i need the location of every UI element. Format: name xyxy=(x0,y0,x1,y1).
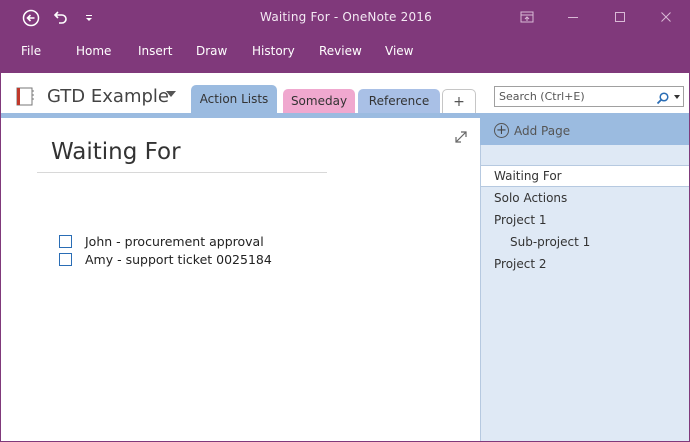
page-canvas[interactable] xyxy=(1,118,480,441)
page-item-project-2[interactable]: Project 2 xyxy=(480,253,689,275)
todo-checkbox[interactable] xyxy=(59,235,72,248)
section-tab-label: Reference xyxy=(368,94,430,108)
window-title: Waiting For - OneNote 2016 xyxy=(260,10,432,24)
tab-draw[interactable]: Draw xyxy=(196,44,227,58)
page-item-sub-project-1[interactable]: Sub-project 1 xyxy=(480,231,689,253)
tab-view[interactable]: View xyxy=(385,44,413,58)
add-page-icon: + xyxy=(494,123,509,138)
section-tab-action-lists[interactable]: Action Lists xyxy=(191,85,277,113)
minimize-icon[interactable] xyxy=(563,8,583,26)
search-scope-dropdown-icon[interactable] xyxy=(674,95,680,99)
todo-checkbox[interactable] xyxy=(59,253,72,266)
todo-text[interactable]: John - procurement approval xyxy=(85,234,264,249)
page-title[interactable]: Waiting For xyxy=(51,139,181,165)
page-item-label: Solo Actions xyxy=(494,191,568,205)
ribbon-tabs: File Home Insert Draw History Review Vie… xyxy=(1,35,689,73)
maximize-icon[interactable] xyxy=(610,8,630,26)
section-tab-label: Action Lists xyxy=(199,92,269,106)
add-page-label: Add Page xyxy=(514,124,571,138)
tab-insert[interactable]: Insert xyxy=(138,44,172,58)
tab-file[interactable]: File xyxy=(21,44,41,58)
section-tab-someday[interactable]: Someday xyxy=(283,89,355,113)
close-icon[interactable] xyxy=(656,8,676,26)
search-placeholder: Search (Ctrl+E) xyxy=(499,90,585,103)
todo-text[interactable]: Amy - support ticket 0025184 xyxy=(85,252,272,267)
search-icon[interactable] xyxy=(656,90,669,109)
todo-item: Amy - support ticket 0025184 xyxy=(59,252,272,267)
notebook-name[interactable]: GTD Example xyxy=(47,86,169,107)
page-item-solo-actions[interactable]: Solo Actions xyxy=(480,187,689,209)
add-section-label: + xyxy=(453,93,465,110)
title-underline xyxy=(37,172,327,173)
notebook-icon[interactable] xyxy=(15,86,35,106)
title-bar: Waiting For - OneNote 2016 xyxy=(1,1,689,35)
page-item-waiting-for[interactable]: Waiting For xyxy=(480,165,689,187)
todo-item: John - procurement approval xyxy=(59,234,264,249)
add-page-button[interactable]: + Add Page xyxy=(480,118,689,145)
search-box[interactable]: Search (Ctrl+E) xyxy=(494,86,684,107)
page-item-label: Project 2 xyxy=(494,257,547,271)
page-item-label: Sub-project 1 xyxy=(510,235,591,249)
tab-home[interactable]: Home xyxy=(76,44,111,58)
add-section-button[interactable]: + xyxy=(442,89,476,113)
section-tab-label: Someday xyxy=(290,94,348,108)
page-item-project-1[interactable]: Project 1 xyxy=(480,209,689,231)
page-item-label: Waiting For xyxy=(494,169,562,183)
ribbon-display-options-icon[interactable] xyxy=(517,8,537,26)
notebook-dropdown-icon[interactable] xyxy=(166,91,176,97)
expand-page-icon[interactable] xyxy=(454,129,468,143)
page-item-label: Project 1 xyxy=(494,213,547,227)
section-tab-reference[interactable]: Reference xyxy=(358,89,440,113)
tab-history[interactable]: History xyxy=(252,44,295,58)
tab-review[interactable]: Review xyxy=(319,44,362,58)
onenote-window: Waiting For - OneNote 2016 File Home Ins… xyxy=(0,0,690,442)
